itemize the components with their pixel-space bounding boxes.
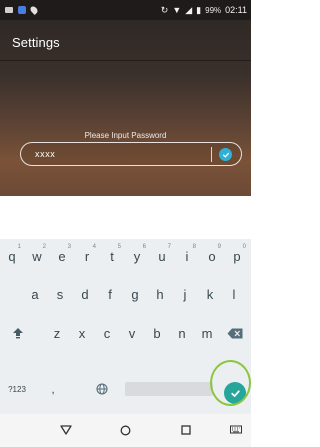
soft-keyboard: q1 w2 e3 r4 t5 y6 u7 i8 o9 p0 a s d f g … bbox=[0, 239, 251, 414]
key-f[interactable]: f bbox=[100, 281, 120, 307]
key-i[interactable]: i8 bbox=[177, 243, 197, 269]
battery-icon: ▮ bbox=[196, 4, 202, 15]
key-d[interactable]: d bbox=[75, 281, 95, 307]
key-p[interactable]: p0 bbox=[227, 243, 247, 269]
title-divider bbox=[0, 60, 251, 61]
key-y[interactable]: y6 bbox=[127, 243, 147, 269]
globe-icon[interactable] bbox=[92, 376, 112, 402]
key-b[interactable]: b bbox=[147, 320, 167, 346]
key-v[interactable]: v bbox=[122, 320, 142, 346]
back-triangle-icon[interactable] bbox=[57, 422, 75, 438]
page-title: Settings bbox=[12, 35, 60, 50]
keyboard-icon[interactable] bbox=[227, 422, 245, 438]
key-u[interactable]: u7 bbox=[152, 243, 172, 269]
key-c[interactable]: c bbox=[97, 320, 117, 346]
key-z[interactable]: z bbox=[47, 320, 67, 346]
password-prompt: Please Input Password bbox=[84, 131, 167, 140]
field-separator bbox=[211, 147, 212, 162]
signal-icon: ◢ bbox=[185, 4, 193, 15]
key-q[interactable]: q1 bbox=[2, 243, 22, 269]
password-value[interactable]: xxxx bbox=[35, 149, 55, 159]
location-icon bbox=[29, 5, 39, 15]
app-notification-icon bbox=[18, 6, 26, 14]
space-bar[interactable] bbox=[125, 382, 213, 396]
navigation-bar bbox=[0, 414, 251, 447]
image-notification-icon bbox=[5, 7, 13, 13]
backspace-icon[interactable] bbox=[225, 320, 245, 346]
key-l[interactable]: l bbox=[224, 281, 244, 307]
key-g[interactable]: g bbox=[125, 281, 145, 307]
key-t[interactable]: t5 bbox=[102, 243, 122, 269]
key-w[interactable]: w2 bbox=[27, 243, 47, 269]
key-s[interactable]: s bbox=[50, 281, 70, 307]
battery-percent: 99% bbox=[205, 5, 222, 15]
enter-check-icon[interactable] bbox=[224, 382, 246, 404]
key-n[interactable]: n bbox=[172, 320, 192, 346]
key-k[interactable]: k bbox=[200, 281, 220, 307]
home-circle-icon[interactable] bbox=[116, 422, 134, 438]
key-h[interactable]: h bbox=[150, 281, 170, 307]
key-r[interactable]: r4 bbox=[77, 243, 97, 269]
recents-square-icon[interactable] bbox=[177, 422, 195, 438]
clock: 02:11 bbox=[225, 5, 247, 15]
shift-icon[interactable] bbox=[8, 320, 28, 346]
key-m[interactable]: m bbox=[197, 320, 217, 346]
status-bar: ↻ ▼ ◢ ▮ 99% 02:11 bbox=[0, 0, 251, 20]
settings-screen: ↻ ▼ ◢ ▮ 99% 02:11 Settings Please Input … bbox=[0, 0, 251, 196]
key-o[interactable]: o9 bbox=[202, 243, 222, 269]
comma-key[interactable]: , bbox=[43, 376, 63, 402]
symbols-key[interactable]: ?123 bbox=[4, 376, 30, 402]
password-field[interactable]: xxxx bbox=[20, 142, 242, 166]
sync-icon: ↻ bbox=[160, 4, 169, 15]
key-x[interactable]: x bbox=[72, 320, 92, 346]
key-j[interactable]: j bbox=[175, 281, 195, 307]
key-e[interactable]: e3 bbox=[52, 243, 72, 269]
key-a[interactable]: a bbox=[25, 281, 45, 307]
wifi-icon: ▼ bbox=[172, 4, 182, 15]
confirm-check-icon[interactable] bbox=[219, 148, 232, 161]
